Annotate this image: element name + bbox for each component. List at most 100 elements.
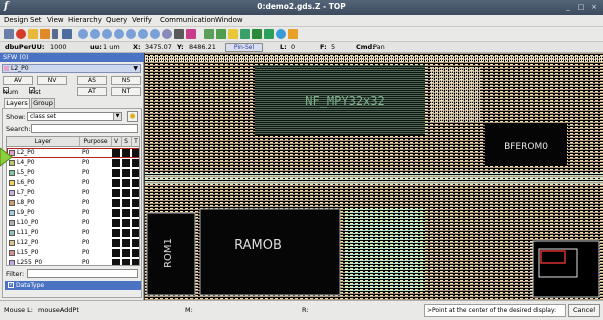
refresh-icon[interactable] xyxy=(150,29,160,39)
layer-row[interactable]: L9_P0 P0 xyxy=(7,208,139,218)
edit-icon[interactable] xyxy=(186,29,196,39)
show-select[interactable]: class set ▼ xyxy=(27,112,122,121)
layer-row[interactable]: L5_P0 P0 xyxy=(7,168,139,178)
nv-button[interactable]: NV xyxy=(37,76,67,85)
layer-selectable-toggle[interactable] xyxy=(122,169,130,177)
layer-visible-toggle[interactable] xyxy=(112,239,120,247)
layer-text-toggle[interactable] xyxy=(132,239,139,247)
layer-text-toggle[interactable] xyxy=(132,189,139,197)
layer-text-toggle[interactable] xyxy=(132,149,139,157)
layer-visible-toggle[interactable] xyxy=(112,159,120,167)
filter-input[interactable] xyxy=(27,269,138,278)
layer-text-toggle[interactable] xyxy=(132,249,139,257)
layer-selectable-toggle[interactable] xyxy=(122,209,130,217)
col-selectable[interactable]: S xyxy=(121,138,131,145)
maximize-button[interactable]: □ xyxy=(576,2,586,12)
col-text[interactable]: T xyxy=(131,138,139,145)
at-button[interactable]: AT xyxy=(77,87,107,96)
datatype-row[interactable]: ✓ DataType xyxy=(5,281,141,290)
close-icon[interactable] xyxy=(16,29,26,39)
menu-communication[interactable]: Communication xyxy=(160,16,215,24)
col-layer[interactable]: Layer xyxy=(7,138,79,145)
zoom-in-icon[interactable] xyxy=(78,29,88,39)
close-window-button[interactable]: × xyxy=(589,2,599,12)
layer-icon[interactable] xyxy=(240,29,250,39)
cancel-button[interactable]: Cancel xyxy=(568,304,600,317)
layer-row[interactable]: L10_P0 P0 xyxy=(7,218,139,228)
layer-row[interactable]: L11_P0 P0 xyxy=(7,228,139,238)
flag-icon[interactable] xyxy=(216,29,226,39)
chart-icon[interactable] xyxy=(252,29,262,39)
layer-row[interactable]: L8_P0 P0 xyxy=(7,198,139,208)
menu-hierarchy[interactable]: Hierarchy xyxy=(68,16,102,24)
layer-visible-toggle[interactable] xyxy=(112,169,120,177)
col-purpose[interactable]: Purpose xyxy=(80,138,111,145)
menu-set[interactable]: Set xyxy=(30,16,42,24)
layer-text-toggle[interactable] xyxy=(132,169,139,177)
tab-layers[interactable]: Layers xyxy=(4,98,30,108)
layer-text-toggle[interactable] xyxy=(132,179,139,187)
zoom-out-icon[interactable] xyxy=(90,29,100,39)
layer-selectable-toggle[interactable] xyxy=(122,159,130,167)
check-icon[interactable] xyxy=(264,29,274,39)
group-icon[interactable] xyxy=(228,29,238,39)
cube-icon[interactable] xyxy=(288,29,298,39)
layer-selectable-toggle[interactable] xyxy=(122,189,130,197)
minimize-button[interactable]: _ xyxy=(563,2,573,12)
nt-button[interactable]: NT xyxy=(111,87,141,96)
cell-icon[interactable] xyxy=(40,29,50,39)
as-button[interactable]: AS xyxy=(77,76,107,85)
layer-selectable-toggle[interactable] xyxy=(122,179,130,187)
layer-text-toggle[interactable] xyxy=(132,199,139,207)
av-button[interactable]: AV xyxy=(3,76,33,85)
menu-query[interactable]: Query xyxy=(106,16,127,24)
menu-verify[interactable]: Verify xyxy=(132,16,152,24)
layer-selectable-toggle[interactable] xyxy=(122,239,130,247)
layer-text-toggle[interactable] xyxy=(132,229,139,237)
layer-row[interactable]: L15_P0 P0 xyxy=(7,248,139,258)
col-visible[interactable]: V xyxy=(111,138,121,145)
lightbulb-icon[interactable]: ✺ xyxy=(127,111,138,122)
layer-row[interactable]: L7_P0 P0 xyxy=(7,188,139,198)
ns-button[interactable]: NS xyxy=(111,76,141,85)
layer-selectable-toggle[interactable] xyxy=(122,219,130,227)
layer-text-toggle[interactable] xyxy=(132,159,139,167)
layer-text-toggle[interactable] xyxy=(132,209,139,217)
pause-icon[interactable] xyxy=(52,29,58,39)
layer-visible-toggle[interactable] xyxy=(112,199,120,207)
tab-group[interactable]: Group xyxy=(31,98,55,108)
layer-visible-toggle[interactable] xyxy=(112,189,120,197)
layer-visible-toggle[interactable] xyxy=(112,229,120,237)
pan-icon[interactable] xyxy=(126,29,136,39)
open-icon[interactable] xyxy=(4,29,14,39)
folder-icon[interactable] xyxy=(28,29,38,39)
layer-selectable-toggle[interactable] xyxy=(122,259,130,265)
layout-canvas[interactable]: NF_MPY32x32 BFEROM0 RAMOB ROM1 xyxy=(145,53,603,300)
layer-selectable-toggle[interactable] xyxy=(122,149,130,157)
layer-row[interactable]: L12_P0 P0 xyxy=(7,238,139,248)
menu-design[interactable]: Design xyxy=(4,16,28,24)
layer-text-toggle[interactable] xyxy=(132,259,139,265)
current-layer-select[interactable]: L2_P0 ▼ xyxy=(2,64,141,73)
star-icon[interactable] xyxy=(204,29,214,39)
layer-selectable-toggle[interactable] xyxy=(122,199,130,207)
layer-row[interactable]: L2_P0 P0 xyxy=(7,148,139,158)
layer-visible-toggle[interactable] xyxy=(112,259,120,265)
menu-window[interactable]: Window xyxy=(215,16,243,24)
layer-text-toggle[interactable] xyxy=(132,219,139,227)
draw-icon[interactable] xyxy=(174,29,184,39)
menu-view[interactable]: View xyxy=(47,16,64,24)
layer-visible-toggle[interactable] xyxy=(112,249,120,257)
ruler-icon[interactable] xyxy=(138,29,148,39)
zoom-box-icon[interactable] xyxy=(114,29,124,39)
chevron-down-icon[interactable]: ▼ xyxy=(133,65,138,72)
hierarchy-icon[interactable] xyxy=(62,29,72,39)
layer-visible-toggle[interactable] xyxy=(112,219,120,227)
layer-visible-toggle[interactable] xyxy=(112,149,120,157)
layer-row[interactable]: L6_P0 P0 xyxy=(7,178,139,188)
layer-selectable-toggle[interactable] xyxy=(122,249,130,257)
globe-icon[interactable] xyxy=(276,29,286,39)
layer-visible-toggle[interactable] xyxy=(112,209,120,217)
undo-icon[interactable] xyxy=(162,29,172,39)
layer-row[interactable]: L4_P0 P0 xyxy=(7,158,139,168)
